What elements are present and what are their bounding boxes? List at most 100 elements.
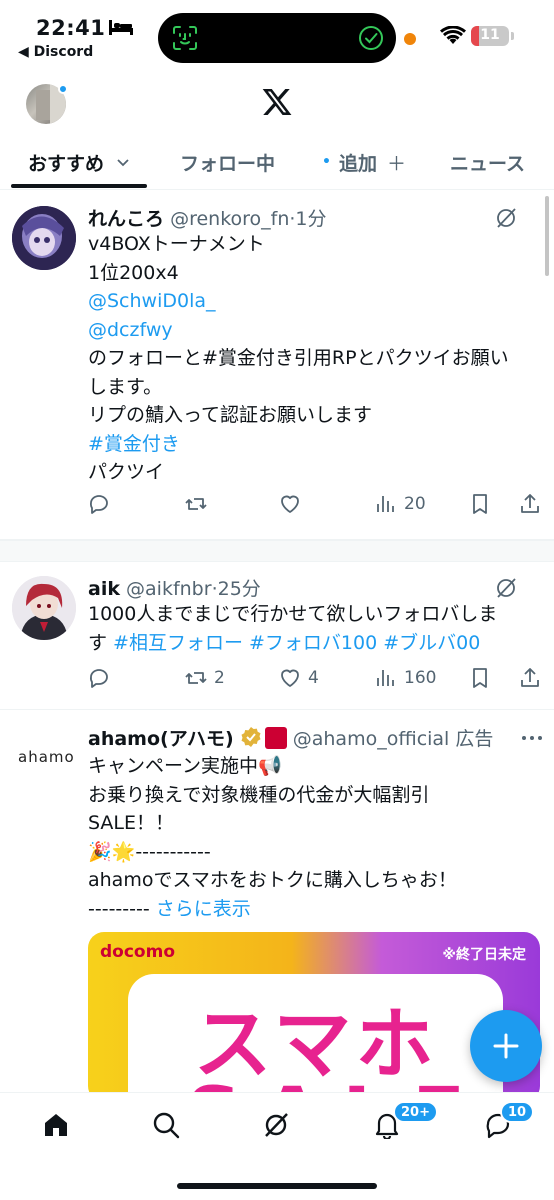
home-indicator [177, 1183, 377, 1189]
tab-news[interactable]: ニュース [450, 140, 525, 184]
like-count: 4 [308, 668, 319, 688]
compose-button[interactable] [470, 1010, 542, 1082]
author-avatar[interactable] [12, 576, 76, 640]
share-button[interactable] [518, 666, 542, 690]
post-line: お乗り換えで対象機種の代金が大幅割引 [88, 783, 430, 806]
reply-button[interactable] [88, 492, 118, 516]
notifications-badge: 20+ [393, 1101, 438, 1123]
author-avatar[interactable] [12, 206, 76, 270]
ad-banner-image[interactable]: docomo ※終了日未定 スマホ SALE [88, 932, 540, 1102]
battery-indicator: 11 [471, 26, 509, 46]
advertiser-logo[interactable]: ahamo [18, 748, 75, 766]
tab-label: ニュース [450, 152, 526, 175]
like-button[interactable]: 4 [278, 666, 319, 690]
views-bar-chart-icon [377, 496, 394, 512]
nav-grok[interactable] [262, 1111, 290, 1143]
nav-search[interactable] [152, 1111, 180, 1143]
repost-icon [185, 498, 207, 510]
author-name[interactable]: れんころ [88, 208, 164, 230]
tab-dot: • [322, 154, 331, 170]
show-more-link[interactable]: さらに表示 [156, 898, 251, 920]
like-button[interactable] [278, 492, 308, 516]
share-icon [521, 668, 539, 687]
reply-icon [89, 669, 108, 688]
post-actions: 2 4 160 [88, 666, 540, 696]
repost-button[interactable] [184, 492, 214, 516]
dynamic-island [158, 13, 396, 63]
views-count: 160 [404, 668, 437, 688]
face-id-icon [173, 26, 197, 50]
sleep-focus-icon [109, 20, 133, 35]
grok-icon[interactable] [494, 576, 518, 600]
author-name[interactable]: ahamo(アハモ) [88, 728, 234, 750]
post-header: れんころ @renkoro_fn·1分 [88, 204, 327, 231]
heart-icon [281, 669, 299, 687]
scrollbar[interactable] [545, 196, 549, 276]
grok-icon [265, 1113, 288, 1137]
post-header: aik @aikfnbr·25分 [88, 574, 261, 601]
tab-label: おすすめ [28, 152, 105, 175]
post-line: キャンペーン実施中📢 [88, 755, 282, 777]
author-handle[interactable]: @renkoro_fn [170, 208, 289, 230]
author-handle[interactable]: @aikfnbr [126, 578, 212, 600]
x-logo-icon [262, 89, 292, 115]
nav-home[interactable] [42, 1111, 70, 1143]
messages-badge: 10 [500, 1101, 535, 1123]
plus-icon [493, 1033, 519, 1059]
author-name[interactable]: aik [88, 578, 120, 600]
verified-badge-icon [241, 727, 261, 747]
post[interactable]: れんころ @renkoro_fn·1分 v4BOXトーナメント 1位200x4 … [0, 190, 554, 540]
post-text: 1000人までまじで行かせて欲しいフォロバしま す #相互フォロー #フォロバ1… [88, 600, 540, 657]
hashtag-link[interactable]: #賞金付き [88, 430, 540, 459]
post-line: 1位200x4 [88, 261, 179, 284]
post-header: ahamo(アハモ) @ahamo_official 広告 [88, 724, 493, 751]
reply-icon [89, 495, 108, 514]
tab-label: 追加 [338, 152, 377, 175]
post-time: ·1分 [289, 208, 327, 230]
post-text: v4BOXトーナメント 1位200x4 @SchwiD0la_ @dczfwy … [88, 230, 540, 487]
post-time: ·25分 [211, 578, 261, 600]
nav-messages[interactable]: 10 [484, 1101, 535, 1143]
grok-icon[interactable] [494, 206, 518, 230]
bookmark-button[interactable] [468, 492, 492, 516]
views-button[interactable]: 20 [374, 492, 426, 516]
hashtag-link[interactable]: #相互フォロー #フォロバ100 #ブルバ00 [113, 632, 480, 654]
more-options-icon[interactable] [520, 734, 544, 742]
post-line: します。 [88, 375, 163, 398]
repost-icon [185, 672, 207, 684]
author-handle[interactable]: @ahamo_official [293, 728, 450, 750]
bookmark-button[interactable] [468, 666, 492, 690]
tab-add[interactable]: • 追加 ＋ [322, 140, 406, 184]
plus-icon: ＋ [386, 152, 406, 175]
post-text: キャンペーン実施中📢 お乗り換えで対象機種の代金が大幅割引 SALE！！ 🎉🌟-… [88, 752, 540, 923]
brand-logo: docomo [100, 942, 175, 962]
mention-link[interactable]: @dczfwy [88, 316, 540, 345]
nav-notifications[interactable]: 20+ [373, 1101, 438, 1143]
bookmark-icon [473, 494, 487, 514]
reply-button[interactable] [88, 666, 118, 690]
ad-label: 広告 [455, 728, 494, 750]
mention-link[interactable]: @SchwiD0la_ [88, 287, 540, 316]
post-line: す #相互フォロー #フォロバ100 #ブルバ00 [88, 631, 481, 654]
banner-note: ※終了日未定 [442, 947, 526, 963]
status-bar: 22:41 ◀ Discord 11 [0, 0, 554, 68]
section-divider [0, 540, 554, 562]
post-line: --------- さらに表示 [88, 897, 251, 920]
post-actions: 20 [88, 492, 540, 522]
home-icon [45, 1114, 67, 1136]
back-to-discord-link[interactable]: ◀ Discord [18, 44, 93, 60]
chevron-down-icon [117, 159, 129, 167]
share-button[interactable] [518, 492, 542, 516]
post-line: v4BOXトーナメント [88, 233, 265, 255]
wifi-icon [440, 26, 466, 44]
repost-button[interactable]: 2 [184, 666, 225, 690]
checkmark-circle-icon [359, 26, 383, 50]
tab-label: フォロー中 [180, 152, 276, 175]
tab-following[interactable]: フォロー中 [180, 140, 275, 184]
views-button[interactable]: 160 [374, 666, 436, 690]
post[interactable]: aik @aikfnbr·25分 1000人までまじで行かせて欲しいフォロバしま… [0, 562, 554, 710]
active-tab-indicator [11, 184, 147, 188]
heart-icon [281, 495, 299, 513]
post-line: リプの鯖入って認証お願いします [88, 404, 373, 426]
tab-recommended[interactable]: おすすめ [28, 140, 132, 184]
